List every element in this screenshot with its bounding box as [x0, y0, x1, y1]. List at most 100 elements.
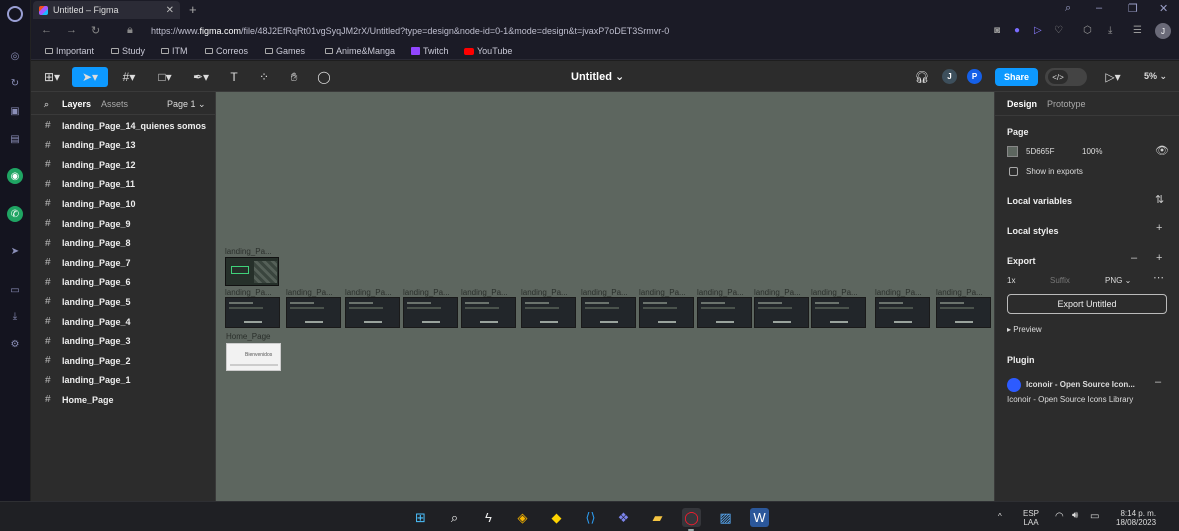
add-export-icon[interactable]: +: [1156, 252, 1162, 264]
layer-item[interactable]: # landing_Page_10: [31, 194, 216, 213]
vpn-icon[interactable]: ●: [1014, 25, 1020, 36]
layer-item[interactable]: # landing_Page_4: [31, 312, 216, 331]
frame-label[interactable]: landing_Pa...: [639, 288, 686, 297]
downloads-icon[interactable]: ⤓: [7, 308, 23, 324]
layer-item[interactable]: # landing_Page_14_quienes somos: [31, 116, 216, 135]
frame-label[interactable]: landing_Pa...: [811, 288, 858, 297]
layer-item[interactable]: # landing_Page_11: [31, 175, 216, 194]
frame-label[interactable]: landing_Pa...: [403, 288, 450, 297]
move-tool-icon[interactable]: ➤▾: [72, 67, 108, 87]
history-icon[interactable]: ↻: [7, 75, 23, 91]
profile-avatar[interactable]: J: [1155, 23, 1171, 39]
export-suffix-input[interactable]: Suffix: [1050, 276, 1070, 285]
more-options-icon[interactable]: ⋯: [1153, 271, 1164, 284]
variables-icon[interactable]: ⇅: [1155, 193, 1164, 206]
app-lightning-icon[interactable]: ϟ: [479, 508, 498, 527]
search-icon[interactable]: ⌕: [445, 508, 464, 527]
search-tabs-icon[interactable]: ⌕: [1065, 2, 1071, 15]
file-explorer-icon[interactable]: ▰: [648, 508, 667, 527]
app-git-icon[interactable]: ◆: [547, 508, 566, 527]
search-icon[interactable]: ⌕: [44, 99, 49, 110]
frame-label[interactable]: landing_Pa...: [286, 288, 333, 297]
frame-thumbnail[interactable]: [581, 297, 636, 328]
frame-label[interactable]: landing_Pa...: [875, 288, 922, 297]
remove-plugin-icon[interactable]: –: [1155, 376, 1161, 388]
language-indicator[interactable]: ESP LAA: [1023, 509, 1039, 527]
hand-tool-icon[interactable]: ✋︎: [285, 67, 303, 87]
url-field[interactable]: https://www.figma.com/file/48J2EfRqRt01v…: [151, 26, 669, 36]
show-in-exports-checkbox[interactable]: [1009, 167, 1018, 176]
frame-label[interactable]: landing_Pa...: [225, 288, 272, 297]
browser-tab[interactable]: Untitled – Figma ✕: [33, 1, 180, 19]
export-button[interactable]: Export Untitled: [1007, 294, 1167, 314]
frame-home-page[interactable]: Bienvenidos: [226, 343, 281, 371]
photos-icon[interactable]: ▨: [716, 508, 735, 527]
preview-toggle[interactable]: ▸ Preview: [1007, 325, 1042, 334]
play-icon[interactable]: ▷: [1034, 25, 1042, 36]
bookmark-youtube[interactable]: YouTube: [464, 46, 512, 56]
player-icon[interactable]: ▭: [7, 282, 23, 298]
bookmark-study[interactable]: Study: [111, 46, 145, 56]
layer-item[interactable]: # landing_Page_5: [31, 292, 216, 311]
clock[interactable]: 8:14 p. m. 18/08/2023: [1116, 509, 1156, 527]
frame-thumbnail[interactable]: [403, 297, 458, 328]
tab-assets[interactable]: Assets: [101, 99, 128, 109]
share-button[interactable]: Share: [995, 68, 1038, 86]
wallet-icon[interactable]: ▣: [7, 103, 23, 119]
bookmark-twitch[interactable]: Twitch: [411, 46, 449, 56]
eye-icon[interactable]: 👁︎: [1155, 144, 1169, 157]
volume-icon[interactable]: 🔊︎: [1072, 511, 1078, 521]
app-game-icon[interactable]: ◈: [513, 508, 532, 527]
layer-item[interactable]: # landing_Page_9: [31, 214, 216, 233]
frame-landing-page-14[interactable]: [225, 257, 279, 286]
bookmark-anime-manga[interactable]: Anime&Manga: [325, 46, 395, 56]
remove-export-icon[interactable]: –: [1131, 252, 1137, 264]
document-title[interactable]: Untitled ⌄: [571, 70, 624, 83]
layer-item[interactable]: # landing_Page_2: [31, 351, 216, 370]
resources-icon[interactable]: ⁘: [255, 67, 273, 87]
easy-setup-icon[interactable]: ☰: [1133, 25, 1142, 36]
forward-icon[interactable]: →: [66, 24, 77, 36]
frame-label[interactable]: landing_Pa...: [936, 288, 983, 297]
layer-item[interactable]: # landing_Page_12: [31, 155, 216, 174]
frame-thumbnail[interactable]: [225, 297, 280, 328]
frame-label[interactable]: landing_Pa...: [345, 288, 392, 297]
new-tab-icon[interactable]: +: [189, 2, 197, 17]
opera-logo-icon[interactable]: [7, 6, 23, 22]
frame-thumbnail[interactable]: [639, 297, 694, 328]
page-selector[interactable]: Page 1 ⌄: [167, 99, 206, 110]
dev-mode-toggle[interactable]: </>: [1045, 68, 1087, 86]
frame-label[interactable]: Home_Page: [226, 332, 270, 341]
frame-label[interactable]: landing_Pa...: [225, 247, 272, 256]
frame-thumbnail[interactable]: [345, 297, 400, 328]
frame-thumbnail[interactable]: [521, 297, 576, 328]
frame-tool-icon[interactable]: #▾: [115, 67, 143, 87]
settings-icon[interactable]: ⚙: [7, 336, 23, 352]
frame-thumbnail[interactable]: [875, 297, 930, 328]
close-window-icon[interactable]: ✕: [1159, 2, 1168, 15]
restore-icon[interactable]: ❐: [1128, 2, 1138, 15]
gaming-icon[interactable]: ◎: [7, 48, 23, 64]
teams-icon[interactable]: ❖: [614, 508, 633, 527]
tab-design[interactable]: Design: [1007, 99, 1037, 109]
bookmark-important[interactable]: Important: [45, 46, 94, 56]
present-icon[interactable]: ▷▾: [1100, 67, 1126, 87]
add-style-icon[interactable]: +: [1156, 222, 1162, 234]
minimize-icon[interactable]: –: [1096, 2, 1102, 14]
text-tool-icon[interactable]: T: [225, 67, 243, 87]
word-icon[interactable]: W: [750, 508, 769, 527]
send-icon[interactable]: ➤: [7, 243, 23, 259]
frame-thumbnail[interactable]: [286, 297, 341, 328]
page-opacity[interactable]: 100%: [1082, 147, 1102, 156]
bookmark-games[interactable]: Games: [265, 46, 305, 56]
frame-thumbnail[interactable]: [936, 297, 991, 328]
rectangle-tool-icon[interactable]: □▾: [151, 67, 179, 87]
vscode-icon[interactable]: ⟨⟩: [581, 508, 600, 527]
export-format-select[interactable]: PNG ⌄: [1105, 276, 1131, 285]
design-canvas[interactable]: landing_Pa... landing_Pa... landing_Pa...…: [216, 92, 994, 501]
frame-label[interactable]: landing_Pa...: [697, 288, 744, 297]
layer-item[interactable]: # landing_Page_3: [31, 332, 216, 351]
download-icon[interactable]: ⤓: [1108, 25, 1112, 36]
main-menu-icon[interactable]: ⊞▾: [39, 67, 65, 87]
layer-item[interactable]: # landing_Page_8: [31, 234, 216, 253]
